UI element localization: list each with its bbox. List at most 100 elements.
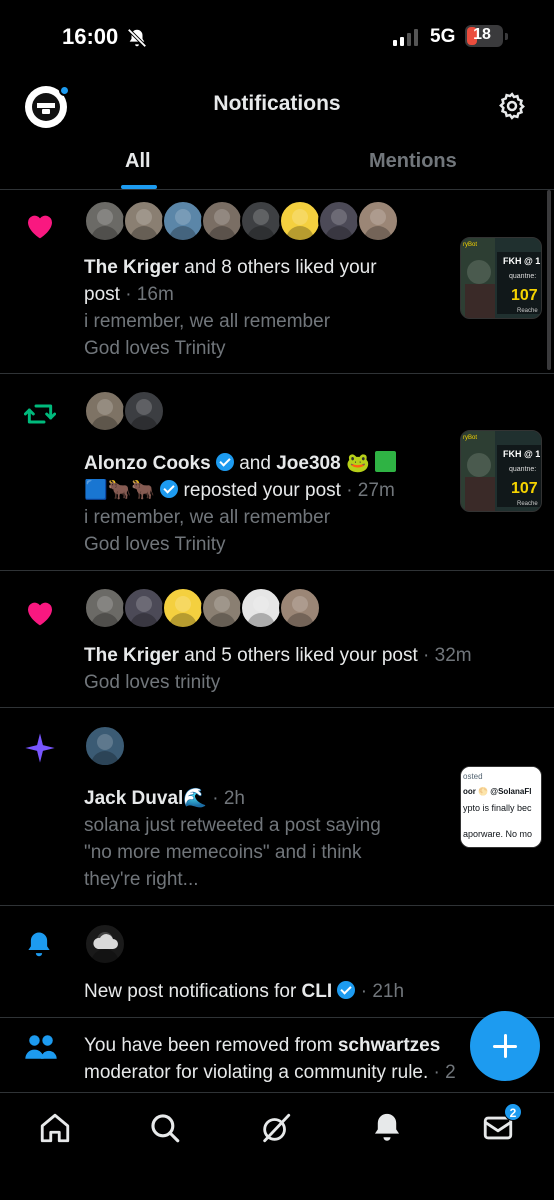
avatar[interactable] (201, 587, 243, 629)
post-preview: God loves trinity (84, 672, 221, 693)
header: Notifications (0, 78, 554, 134)
battery-level: 18 (473, 26, 491, 43)
avatar[interactable] (318, 200, 360, 242)
thumbnail-image: FKH @ 1 quantne: 107 Reache ryBot (461, 238, 541, 318)
post-preview: i remember, we all remember (84, 311, 331, 332)
timestamp: · 27m (346, 480, 395, 501)
repost-icon (24, 404, 56, 424)
notification-row[interactable]: The Kriger and 5 others liked your post … (0, 571, 554, 708)
action-text: and 8 others liked your (179, 257, 377, 278)
display-name-emoji: 🟦🐂🐂 (84, 480, 155, 501)
avatar[interactable] (84, 200, 126, 242)
avatar[interactable] (357, 200, 399, 242)
actor-name[interactable]: The Kriger (84, 645, 179, 666)
bottom-nav (0, 1092, 554, 1200)
avatar[interactable] (240, 587, 282, 629)
messages-badge: 2 (504, 1103, 522, 1121)
thumb-text: aporware. No mo (463, 829, 532, 839)
avatar[interactable] (84, 923, 126, 965)
avatar[interactable] (201, 200, 243, 242)
avatar[interactable] (240, 200, 282, 242)
notification-row[interactable]: Jack Duval🌊 · 2h solana just retweeted a… (0, 708, 554, 906)
actor-name[interactable]: Jack Duval🌊 (84, 788, 207, 809)
avatar[interactable] (162, 587, 204, 629)
heart-icon (28, 215, 52, 239)
post-thumbnail[interactable]: osted oor 🌕 @SolanaFl ypto is finally be… (460, 766, 542, 848)
post-preview: God loves Trinity (84, 338, 226, 359)
signal-icon (393, 29, 418, 46)
tab-bar: All Mentions (0, 140, 554, 190)
notification-text: The Kriger and 8 others liked your post … (84, 254, 424, 362)
avatar[interactable] (123, 200, 165, 242)
avatar-group (84, 200, 399, 242)
avatar[interactable] (279, 200, 321, 242)
notification-row[interactable]: Alonzo Cooks and Joe308 🐸 🟦🐂🐂 reposted y… (0, 374, 554, 571)
avatar[interactable] (123, 587, 165, 629)
community-name[interactable]: schwartzes (338, 1035, 440, 1056)
status-time: 16:00 (62, 24, 119, 49)
tab-mentions[interactable]: Mentions (369, 150, 457, 173)
search-icon[interactable] (148, 1111, 182, 1145)
avatar[interactable] (84, 587, 126, 629)
heart-icon (28, 602, 52, 626)
thumb-text: quantne: (509, 273, 536, 280)
bell-icon[interactable] (370, 1111, 404, 1145)
action-text: post (84, 284, 120, 305)
grok-icon[interactable] (259, 1111, 293, 1145)
status-bar: 16:00 5G 18 (0, 0, 554, 76)
avatar[interactable] (279, 587, 321, 629)
home-icon[interactable] (38, 1111, 72, 1145)
thumb-text: ypto is finally bec (463, 803, 532, 813)
bell-off-icon (127, 28, 147, 48)
thumb-text: ryBot (463, 242, 477, 248)
thumb-text: osted (463, 772, 483, 781)
avatar[interactable] (162, 200, 204, 242)
account-name[interactable]: CLI (302, 981, 333, 1002)
avatar-group (84, 587, 321, 629)
scrollbar[interactable] (547, 190, 551, 370)
avatar-group (84, 390, 165, 432)
avatar-group (84, 725, 126, 767)
avatar[interactable] (84, 390, 126, 432)
gear-icon[interactable] (497, 91, 527, 121)
thumbnail-image: osted oor 🌕 @SolanaFl ypto is finally be… (461, 767, 541, 847)
timestamp: · 21h (360, 981, 405, 1002)
thumb-text: oor 🌕 @SolanaFl (463, 786, 531, 796)
thumb-text: 107 (511, 287, 538, 304)
avatar[interactable] (123, 390, 165, 432)
thumb-text: ryBot (463, 435, 477, 441)
actor-name[interactable]: Joe308 (276, 453, 340, 474)
thumb-text: FKH @ 1 (503, 449, 540, 459)
notification-row[interactable]: New post notifications for CLI · 21h (0, 906, 554, 1018)
thumb-text: Reache (517, 308, 538, 314)
timestamp: · 32m (423, 645, 472, 666)
active-tab-indicator (121, 185, 157, 189)
bell-icon (28, 932, 50, 957)
battery-icon: 18 (465, 25, 508, 47)
post-preview: God loves Trinity (84, 534, 226, 555)
tab-all[interactable]: All (125, 150, 151, 173)
compose-button[interactable] (470, 1011, 540, 1081)
post-thumbnail[interactable]: FKH @ 1 quantne: 107 Reache ryBot (460, 430, 542, 512)
network-type: 5G (430, 26, 456, 47)
notification-text: Jack Duval🌊 · 2h solana just retweeted a… (84, 785, 444, 893)
plus-icon-stroke (504, 1034, 507, 1058)
timestamp: · 2 (433, 1062, 456, 1083)
actor-name[interactable]: The Kriger (84, 257, 179, 278)
verified-badge-icon (215, 453, 234, 471)
sparkle-icon (25, 733, 55, 763)
avatar[interactable] (84, 725, 126, 767)
notification-row[interactable]: The Kriger and 8 others liked your post … (0, 190, 554, 374)
notification-text: The Kriger and 5 others liked your post … (84, 642, 524, 696)
thumb-text: quantne: (509, 466, 536, 473)
post-thumbnail[interactable]: FKH @ 1 quantne: 107 Reache ryBot (460, 237, 542, 319)
thumb-text: FKH @ 1 (503, 256, 540, 266)
actor-name[interactable]: Alonzo Cooks (84, 453, 211, 474)
green-square-icon (374, 451, 396, 472)
action-text: reposted your post (183, 480, 341, 501)
action-text: New post notifications for (84, 981, 302, 1002)
action-text: moderator for violating a community rule… (84, 1062, 429, 1083)
page-title: Notifications (213, 92, 341, 115)
notification-text: Alonzo Cooks and Joe308 🐸 🟦🐂🐂 reposted y… (84, 450, 444, 558)
avatar-group (84, 923, 126, 965)
